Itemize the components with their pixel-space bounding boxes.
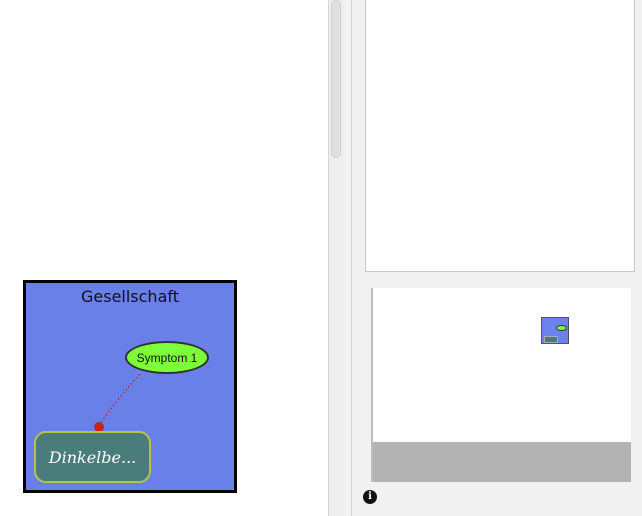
node-symptom-1[interactable]: Symptom 1 bbox=[125, 341, 209, 374]
properties-area bbox=[365, 0, 635, 272]
scrollbar-thumb[interactable] bbox=[331, 0, 341, 158]
overview-navigator[interactable] bbox=[371, 288, 631, 482]
overview-thumbnail[interactable] bbox=[541, 317, 569, 344]
thumbnail-rect bbox=[544, 336, 558, 343]
diagram-canvas[interactable]: Gesellschaft Symptom 1 Dinkelbe... bbox=[0, 0, 328, 516]
overview-gray-area bbox=[373, 442, 631, 482]
thumbnail-ellipse bbox=[556, 325, 567, 331]
splitter-handle[interactable] bbox=[344, 0, 352, 516]
group-title: Gesellschaft bbox=[80, 287, 179, 306]
side-panel: i bbox=[352, 0, 642, 516]
info-icon[interactable]: i bbox=[363, 490, 377, 504]
vertical-scrollbar[interactable] bbox=[328, 0, 344, 516]
node-label: Dinkelbe... bbox=[48, 447, 137, 467]
node-label: Symptom 1 bbox=[136, 350, 198, 365]
node-dinkelbe[interactable]: Dinkelbe... bbox=[34, 431, 151, 483]
